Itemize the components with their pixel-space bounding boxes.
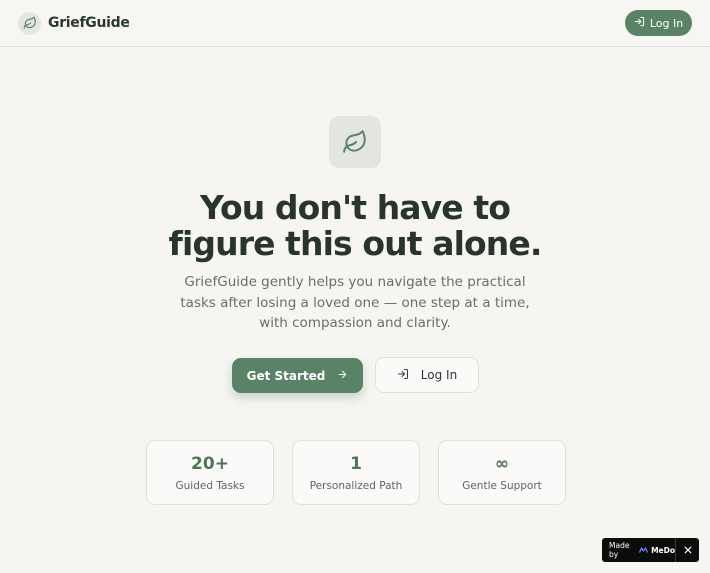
get-started-button[interactable]: Get Started xyxy=(232,358,363,393)
log-in-icon xyxy=(634,16,645,30)
stat-label: Personalized Path xyxy=(309,480,403,492)
header-login-button[interactable]: Log In xyxy=(625,10,692,36)
login-button[interactable]: Log In xyxy=(375,357,479,393)
brand-name: GriefGuide xyxy=(48,15,130,31)
header-login-label: Log In xyxy=(649,16,684,30)
headline-line-1: You don't have to xyxy=(200,188,511,227)
made-by-label: Made by xyxy=(609,541,630,559)
get-started-label: Get Started xyxy=(246,368,326,383)
stats-row: 20+ Guided Tasks 1 Personalized Path ∞ G… xyxy=(146,440,566,505)
stat-card-personalized-path: 1 Personalized Path xyxy=(292,440,420,505)
stat-label: Guided Tasks xyxy=(175,480,245,492)
arrow-right-icon xyxy=(337,369,348,383)
headline-line-2: figure this out alone. xyxy=(168,224,543,263)
log-in-icon xyxy=(397,368,409,383)
stat-card-guided-tasks: 20+ Guided Tasks xyxy=(146,440,274,505)
stat-value: 20+ xyxy=(191,454,229,474)
top-nav: GriefGuide Log In xyxy=(0,0,710,47)
stat-card-gentle-support: ∞ Gentle Support xyxy=(438,440,566,505)
hero-subtitle: GriefGuide gently helps you navigate the… xyxy=(180,274,530,331)
brand[interactable]: GriefGuide xyxy=(18,11,130,35)
stat-value: 1 xyxy=(350,454,362,474)
medo-brand-text: MeDo xyxy=(651,545,675,555)
leaf-icon xyxy=(329,116,381,168)
close-icon[interactable] xyxy=(676,546,699,554)
page-title: You don't have to figure this out alone. xyxy=(0,190,710,262)
leaf-icon xyxy=(18,11,41,35)
made-by-link[interactable]: Made by MeDo xyxy=(602,541,675,559)
stat-label: Gentle Support xyxy=(462,480,542,492)
made-by-badge: Made by MeDo xyxy=(602,538,699,562)
stat-value: ∞ xyxy=(494,454,510,474)
medo-logo-icon xyxy=(639,546,649,555)
login-label: Log In xyxy=(420,368,458,382)
